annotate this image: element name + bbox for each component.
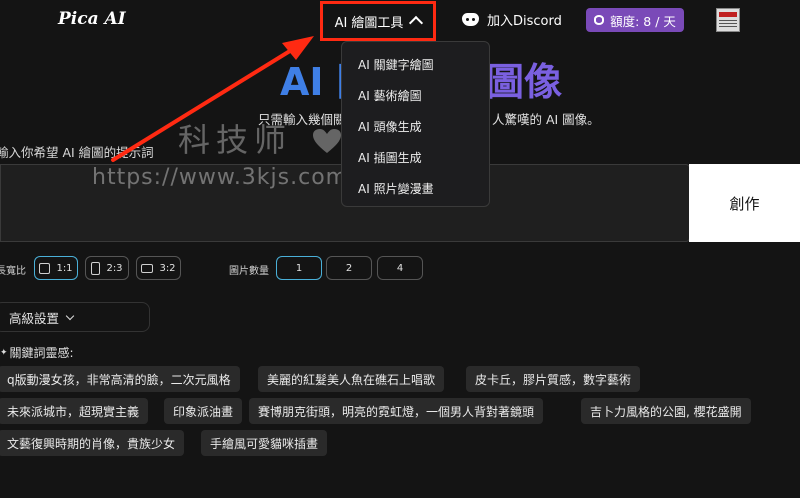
discord-icon [462,13,479,26]
ai-tools-label: AI 繪圖工具 [334,15,404,31]
coins-icon [594,15,605,25]
ratio-option-1-1[interactable]: 1:1 [34,256,78,280]
menu-item-avatar-generation[interactable]: AI 頭像生成 [358,118,422,135]
image-count-label: 圖片數量 [229,266,269,277]
ratio-label: 3:2 [159,262,176,274]
keyword-inspiration-label: 關鍵詞靈感: [9,346,74,360]
sparkle-icon: ✦ [0,347,8,358]
menu-item-keyword-drawing[interactable]: AI 關鍵字繪圖 [358,56,434,73]
ratio-label: 2:3 [106,262,123,274]
prompt-label: 輸入你希望 AI 繪圖的提示詞 [0,145,154,160]
menu-item-art-drawing[interactable]: AI 藝術繪圖 [358,87,422,104]
chevron-up-icon [409,15,424,31]
landscape-ratio-icon [141,263,154,273]
portrait-ratio-icon [91,261,101,275]
watermark-text: 科技师 [178,121,293,159]
heart-icon [313,129,341,153]
count-option-4[interactable]: 4 [377,256,423,280]
keyword-chip[interactable]: 手繪風可愛貓咪插畫 [201,430,328,456]
advanced-settings-button[interactable]: 高級設置 [0,302,150,332]
chevron-down-icon [65,311,75,320]
ratio-option-2-3[interactable]: 2:3 [85,256,129,280]
join-discord-link[interactable]: 加入Discord [462,10,562,29]
advanced-settings-label: 高級設置 [9,310,60,326]
ratio-option-3-2[interactable]: 3:2 [136,256,181,280]
keyword-inspiration-heading: ✦ 關鍵詞靈感: [0,344,74,361]
logo[interactable]: Pica AI [58,9,126,29]
count-option-1[interactable]: 1 [276,256,322,280]
create-button[interactable]: 創作 [689,164,800,242]
keyword-chip[interactable]: 未來派城市，超現實主義 [0,398,149,424]
count-option-2[interactable]: 2 [326,256,372,280]
keyword-chip[interactable]: 印象派油畫 [164,398,243,424]
quota-label: 額度: 8 / 天 [610,13,676,29]
discord-label: 加入Discord [487,14,562,29]
ai-tools-dropdown-menu: AI 關鍵字繪圖 AI 藝術繪圖 AI 頭像生成 AI 插圖生成 AI 照片變漫… [341,41,490,207]
keyword-chip[interactable]: q版動漫女孩，非常高清的臉，二次元風格 [0,366,240,392]
square-ratio-icon [39,262,51,274]
ratio-label: 1:1 [56,262,73,274]
keyword-chip[interactable]: 皮卡丘，膠片質感，數字藝術 [466,366,641,392]
user-avatar[interactable] [716,8,740,32]
keyword-chip[interactable]: 文藝復興時期的肖像，貴族少女 [0,430,185,456]
watermark-url: https://www.3kjs.com [92,165,349,190]
menu-item-illustration-generation[interactable]: AI 插圖生成 [358,149,422,166]
aspect-ratio-label: 長寬比 [0,266,26,277]
ai-tools-menu-button[interactable]: AI 繪圖工具 [320,1,436,41]
keyword-chip[interactable]: 賽博朋克街頭，明亮的霓虹燈，一個男人背對著鏡頭 [249,398,544,424]
page-title-right: 圖像 [486,60,563,104]
page-subtitle-right: 人驚嘆的 AI 圖像。 [492,112,600,127]
keyword-chip[interactable]: 美麗的紅髮美人魚在礁石上唱歌 [258,366,445,392]
menu-item-photo-to-comic[interactable]: AI 照片變漫畫 [358,180,434,197]
keyword-chip[interactable]: 吉卜力風格的公園, 櫻花盛開 [581,398,751,424]
quota-badge[interactable]: 額度: 8 / 天 [586,8,684,32]
